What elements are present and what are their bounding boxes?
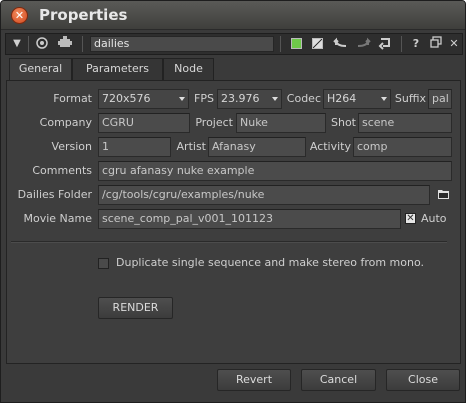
tab-general[interactable]: General <box>9 58 72 81</box>
node-color-swatch[interactable] <box>291 38 302 49</box>
dailies-folder-field[interactable]: /cg/tools/cgru/examples/nuke <box>98 185 430 205</box>
movie-name-label: Movie Name <box>23 212 92 225</box>
codec-dropdown[interactable]: H264 <box>323 89 391 109</box>
chevron-down-icon <box>179 97 185 101</box>
toolbar-separator <box>401 36 402 52</box>
toolbar-separator <box>82 36 83 52</box>
movie-name-field[interactable]: scene_comp_pal_v001_101123 <box>98 209 401 229</box>
node-toolbar: ▼ dailies ? ✕ <box>5 33 463 55</box>
node-graph-icon[interactable] <box>56 36 74 52</box>
node-name-field[interactable]: dailies <box>90 36 274 52</box>
project-field[interactable]: Nuke <box>236 113 326 133</box>
cancel-button[interactable]: Cancel <box>301 369 376 391</box>
auto-label: Auto <box>421 212 447 225</box>
shot-label: Shot <box>331 116 356 129</box>
artist-label: Artist <box>176 140 206 153</box>
undo-icon[interactable] <box>332 36 350 52</box>
float-panel-icon[interactable] <box>429 36 443 52</box>
tab-parameters[interactable]: Parameters <box>72 58 163 80</box>
activity-field[interactable]: comp <box>353 137 452 157</box>
artist-field[interactable]: Afanasy <box>208 137 306 157</box>
activity-label: Activity <box>309 140 351 153</box>
title-bar: ✕ Properties <box>1 1 465 30</box>
auto-checkbox[interactable]: ✕ <box>405 213 416 224</box>
version-label: Version <box>51 140 92 153</box>
toolbar-separator <box>28 36 29 52</box>
help-icon[interactable]: ? <box>409 36 423 52</box>
target-icon[interactable] <box>34 36 50 52</box>
fps-label: FPS <box>194 92 214 105</box>
format-dropdown[interactable]: 720x576 <box>98 89 189 109</box>
format-label: Format <box>53 92 92 105</box>
dailies-folder-label: Dailies Folder <box>17 188 92 201</box>
suffix-field[interactable]: pal <box>428 89 452 109</box>
suffix-label: Suffix <box>394 92 426 105</box>
stereo-label: Duplicate single sequence and make stere… <box>116 256 424 269</box>
stereo-checkbox[interactable] <box>98 258 109 269</box>
folder-browse-icon[interactable] <box>438 188 450 200</box>
divider <box>11 241 447 243</box>
comments-label: Comments <box>32 164 92 177</box>
project-label: Project <box>195 116 233 129</box>
fps-dropdown[interactable]: 23.976 <box>217 89 282 109</box>
redo-icon[interactable] <box>354 36 372 52</box>
collapse-icon[interactable]: ▼ <box>10 36 24 52</box>
toolbar-separator <box>280 36 281 52</box>
window-close-button[interactable]: ✕ <box>11 7 28 24</box>
chevron-down-icon <box>272 97 278 101</box>
codec-label: Codec <box>286 92 321 105</box>
version-field[interactable]: 1 <box>98 137 171 157</box>
revert-button[interactable]: Revert <box>217 369 291 391</box>
chevron-down-icon <box>381 97 387 101</box>
tab-node[interactable]: Node <box>163 58 214 80</box>
render-button[interactable]: RENDER <box>98 297 173 319</box>
company-field[interactable]: CGRU <box>98 113 190 133</box>
close-button[interactable]: Close <box>386 369 460 391</box>
window-title: Properties <box>39 6 128 24</box>
company-label: Company <box>39 116 92 129</box>
properties-window: ✕ Properties ▼ dailies ? ✕ General Param… <box>0 0 466 403</box>
revert-icon[interactable] <box>376 36 394 52</box>
disable-node-icon[interactable] <box>312 38 323 49</box>
close-panel-icon[interactable]: ✕ <box>447 36 461 52</box>
shot-field[interactable]: scene <box>358 113 452 133</box>
comments-field[interactable]: cgru afanasy nuke example <box>98 161 452 181</box>
